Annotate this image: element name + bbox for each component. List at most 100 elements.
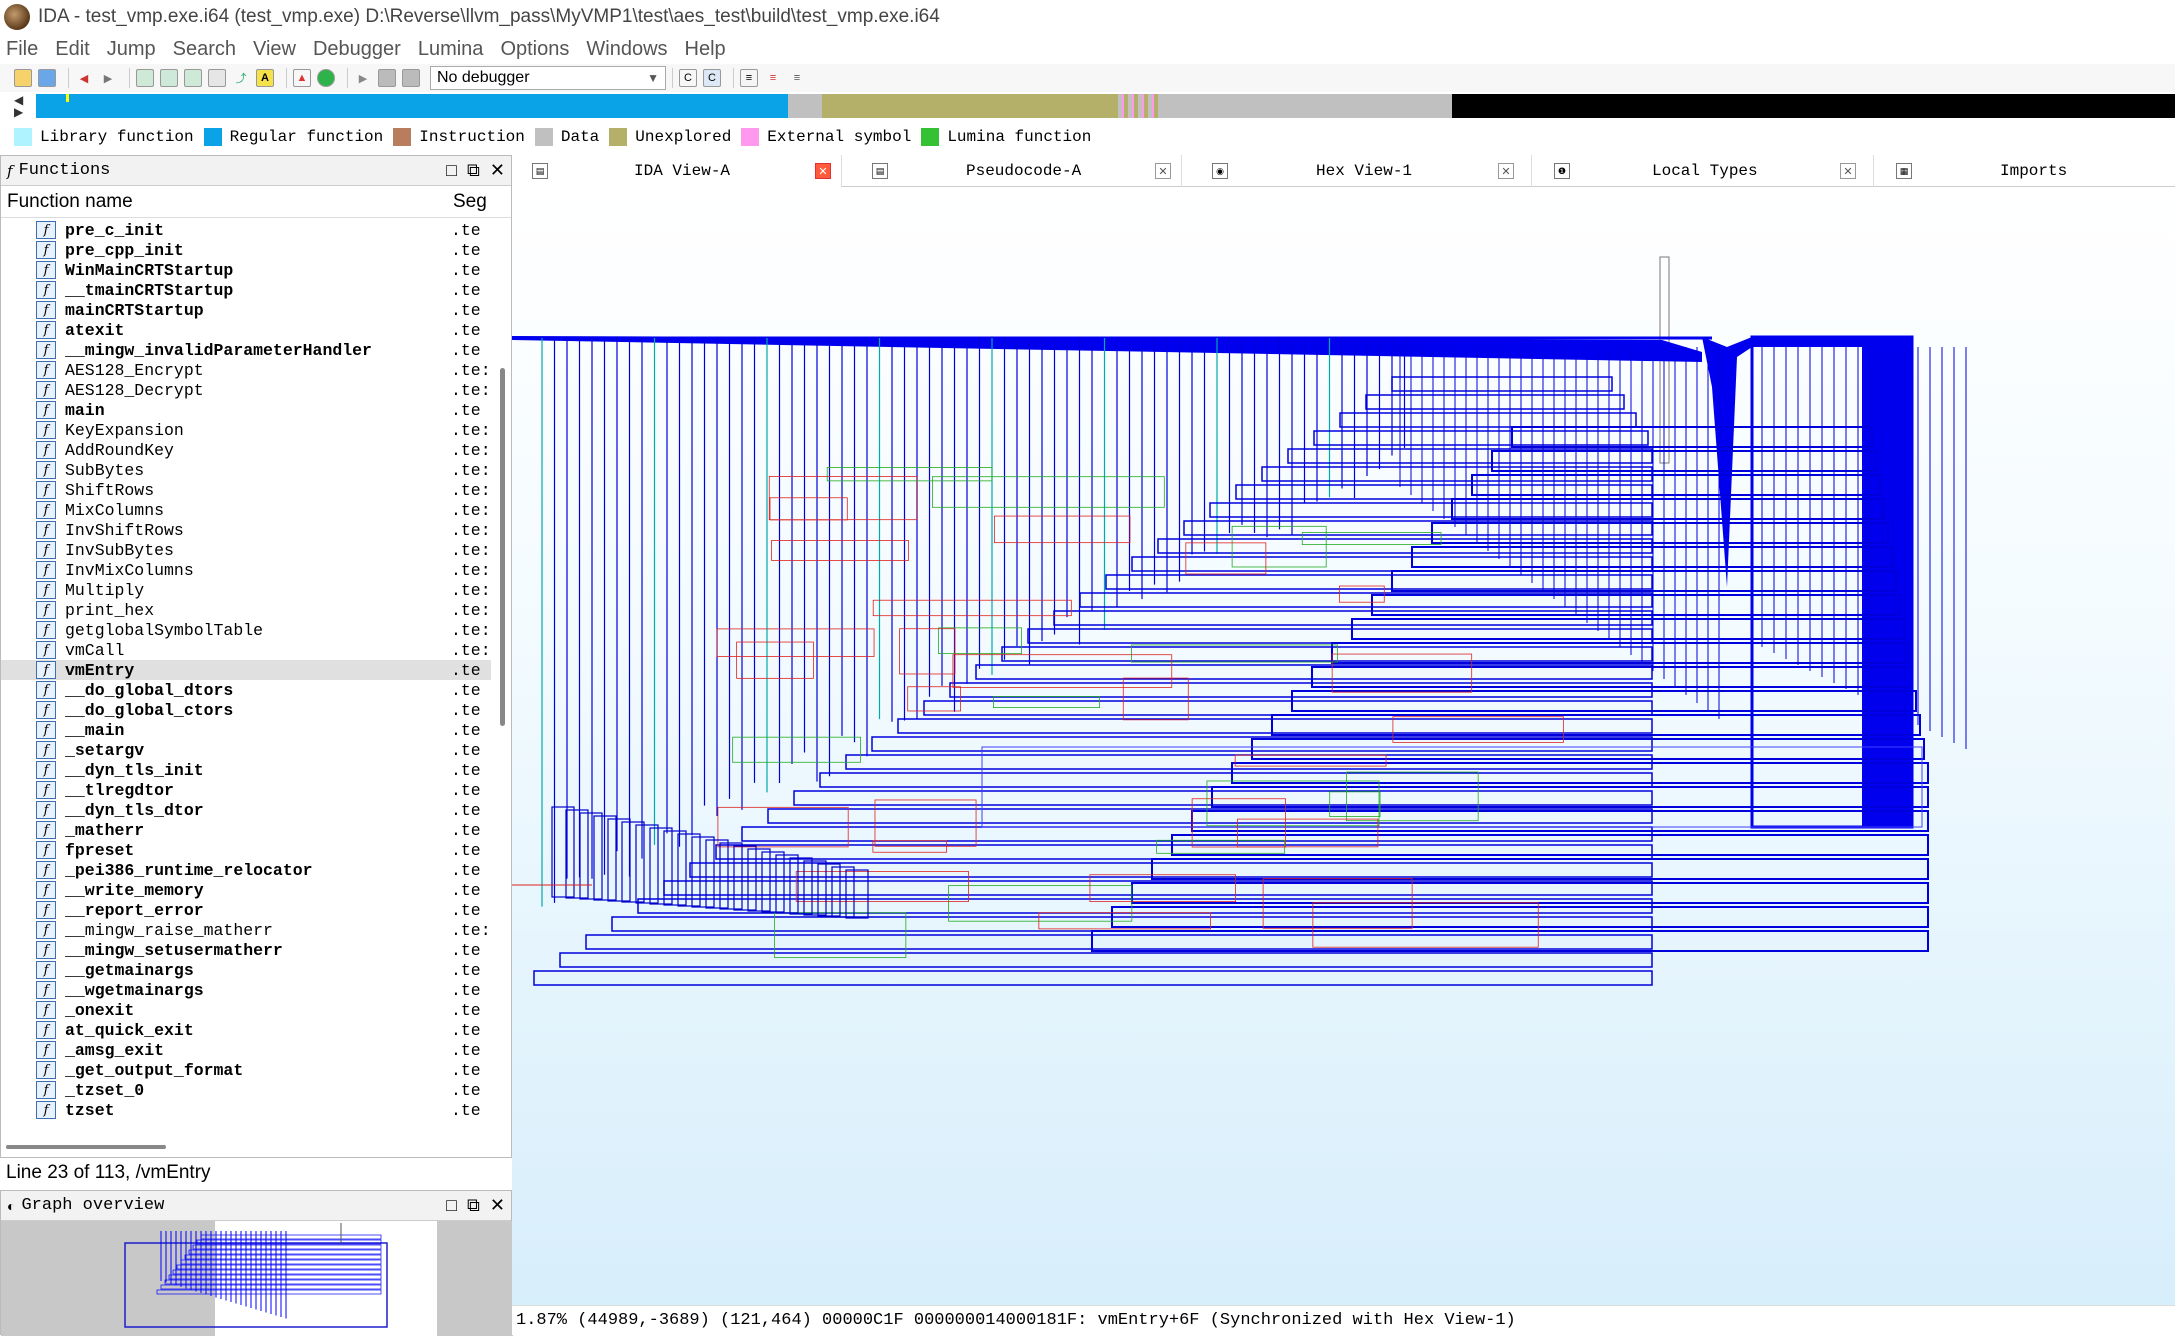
tab-ida-view-a[interactable]: ▤ IDA View-A ✕ — [512, 155, 842, 187]
functions-horizontal-scrollbar[interactable] — [6, 1145, 166, 1149]
layout-icon[interactable]: ≡ — [740, 69, 758, 87]
text-search-icon[interactable]: A — [256, 69, 274, 87]
menu-help[interactable]: Help — [685, 38, 726, 61]
function-row[interactable]: f tzset .te — [1, 1100, 491, 1120]
graph-view-canvas[interactable] — [512, 187, 2175, 1305]
close-icon[interactable]: ✕ — [490, 1195, 505, 1216]
function-row[interactable]: f AES128_Decrypt .te: — [1, 380, 491, 400]
function-row[interactable]: f SubBytes .te: — [1, 460, 491, 480]
function-row[interactable]: f __tmainCRTStartup .te — [1, 280, 491, 300]
function-row[interactable]: f AES128_Encrypt .te: — [1, 360, 491, 380]
menu-jump[interactable]: Jump — [107, 38, 156, 61]
function-row[interactable]: f _amsg_exit .te — [1, 1040, 491, 1060]
menu-debugger[interactable]: Debugger — [313, 38, 401, 61]
function-row[interactable]: f pre_c_init .te — [1, 220, 491, 240]
close-icon[interactable]: ✕ — [490, 160, 505, 181]
column-function-name[interactable]: Function name — [7, 191, 133, 213]
function-row[interactable]: f pre_cpp_init .te — [1, 240, 491, 260]
jump-icon[interactable]: ⤴ — [232, 69, 250, 87]
function-row[interactable]: f __dyn_tls_dtor .te — [1, 800, 491, 820]
function-icon[interactable]: ▲ — [293, 69, 311, 87]
graph-mode-icon[interactable] — [136, 69, 154, 87]
open-icon[interactable] — [14, 69, 32, 87]
close-tab-icon[interactable]: ✕ — [1498, 163, 1514, 179]
tab-local-types[interactable]: ❶ Local Types ✕ — [1534, 155, 1874, 187]
hex-mode-icon[interactable] — [184, 69, 202, 87]
start-process-icon[interactable]: ▶ — [354, 69, 372, 87]
stop-icon[interactable] — [402, 69, 420, 87]
menu-lumina[interactable]: Lumina — [418, 38, 484, 61]
function-row[interactable]: f InvSubBytes .te: — [1, 540, 491, 560]
pause-icon[interactable] — [378, 69, 396, 87]
graph-overview-canvas[interactable] — [1, 1221, 513, 1336]
functions-scrollbar[interactable] — [500, 368, 505, 726]
function-row[interactable]: f atexit .te — [1, 320, 491, 340]
function-row[interactable]: f vmEntry .te — [1, 660, 491, 680]
function-row[interactable]: f __mingw_invalidParameterHandler .te — [1, 340, 491, 360]
debugger-select[interactable]: No debugger ▼ — [430, 66, 666, 90]
close-tab-icon[interactable]: ✕ — [1155, 163, 1171, 179]
menu-windows[interactable]: Windows — [586, 38, 667, 61]
function-row[interactable]: f ShiftRows .te: — [1, 480, 491, 500]
function-row[interactable]: f print_hex .te: — [1, 600, 491, 620]
pseudocode-view-icon[interactable]: C — [703, 69, 721, 87]
function-row[interactable]: f __mingw_raise_matherr .te: — [1, 920, 491, 940]
function-row[interactable]: f main .te — [1, 400, 491, 420]
tab-hex-view-1[interactable]: ◉ Hex View-1 ✕ — [1192, 155, 1532, 187]
function-row[interactable]: f MixColumns .te: — [1, 500, 491, 520]
function-row[interactable]: f InvMixColumns .te: — [1, 560, 491, 580]
pseudocode-icon[interactable]: C — [679, 69, 697, 87]
function-row[interactable]: f vmCall .te: — [1, 640, 491, 660]
function-row[interactable]: f mainCRTStartup .te — [1, 300, 491, 320]
menu-options[interactable]: Options — [500, 38, 569, 61]
function-row[interactable]: f __getmainargs .te — [1, 960, 491, 980]
function-row[interactable]: f __write_memory .te — [1, 880, 491, 900]
maximize-icon[interactable]: □ — [446, 160, 457, 181]
function-row[interactable]: f fpreset .te — [1, 840, 491, 860]
function-row[interactable]: f __main .te — [1, 720, 491, 740]
proximity-icon[interactable] — [160, 69, 178, 87]
maximize-icon[interactable]: □ — [446, 1195, 457, 1216]
function-row[interactable]: f _setargv .te — [1, 740, 491, 760]
function-row[interactable]: f __do_global_ctors .te — [1, 700, 491, 720]
forward-icon[interactable]: ▶ — [99, 69, 117, 87]
function-row[interactable]: f _tzset_0 .te — [1, 1080, 491, 1100]
function-row[interactable]: f _onexit .te — [1, 1000, 491, 1020]
save-icon[interactable] — [38, 69, 56, 87]
function-row[interactable]: f __tlregdtor .te — [1, 780, 491, 800]
function-row[interactable]: f _pei386_runtime_relocator .te — [1, 860, 491, 880]
function-row[interactable]: f _get_output_format .te — [1, 1060, 491, 1080]
function-row[interactable]: f Multiply .te: — [1, 580, 491, 600]
tab-pseudocode-a[interactable]: ▤ Pseudocode-A ✕ — [852, 155, 1182, 187]
menu-edit[interactable]: Edit — [55, 38, 89, 61]
tab-imports[interactable]: ▦ Imports — [1876, 155, 2175, 187]
function-row[interactable]: f AddRoundKey .te: — [1, 440, 491, 460]
menu-file[interactable]: File — [6, 38, 38, 61]
navigation-band[interactable] — [36, 94, 2175, 118]
function-row[interactable]: f InvShiftRows .te: — [1, 520, 491, 540]
nav-band-arrows-icon[interactable]: ◀ ▶ — [14, 94, 23, 118]
function-row[interactable]: f getglobalSymbolTable .te: — [1, 620, 491, 640]
functions-list[interactable]: f pre_c_init .te f pre_cpp_init .te f WinMainCR… — [1, 220, 491, 1120]
function-row[interactable]: f __mingw_setusermatherr .te — [1, 940, 491, 960]
function-row[interactable]: f WinMainCRTStartup .te — [1, 260, 491, 280]
run-icon[interactable] — [317, 69, 335, 87]
function-row[interactable]: f at_quick_exit .te — [1, 1020, 491, 1040]
function-row[interactable]: f __wgetmainargs .te — [1, 980, 491, 1000]
search-icon[interactable] — [208, 69, 226, 87]
breakpoint-list-icon[interactable]: ≡ — [764, 69, 782, 87]
float-icon[interactable]: ⧉ — [467, 160, 480, 181]
function-row[interactable]: f __do_global_dtors .te — [1, 680, 491, 700]
float-icon[interactable]: ⧉ — [467, 1195, 480, 1216]
menu-view[interactable]: View — [253, 38, 296, 61]
close-tab-icon[interactable]: ✕ — [1840, 163, 1856, 179]
function-row[interactable]: f _matherr .te — [1, 820, 491, 840]
function-row[interactable]: f KeyExpansion .te: — [1, 420, 491, 440]
back-icon[interactable]: ◀ — [75, 69, 93, 87]
column-segment[interactable]: Seg — [453, 191, 487, 213]
close-tab-icon[interactable]: ✕ — [815, 163, 831, 179]
menu-search[interactable]: Search — [173, 38, 236, 61]
function-row[interactable]: f __dyn_tls_init .te — [1, 760, 491, 780]
list-icon[interactable]: ≡ — [788, 69, 806, 87]
function-row[interactable]: f __report_error .te — [1, 900, 491, 920]
